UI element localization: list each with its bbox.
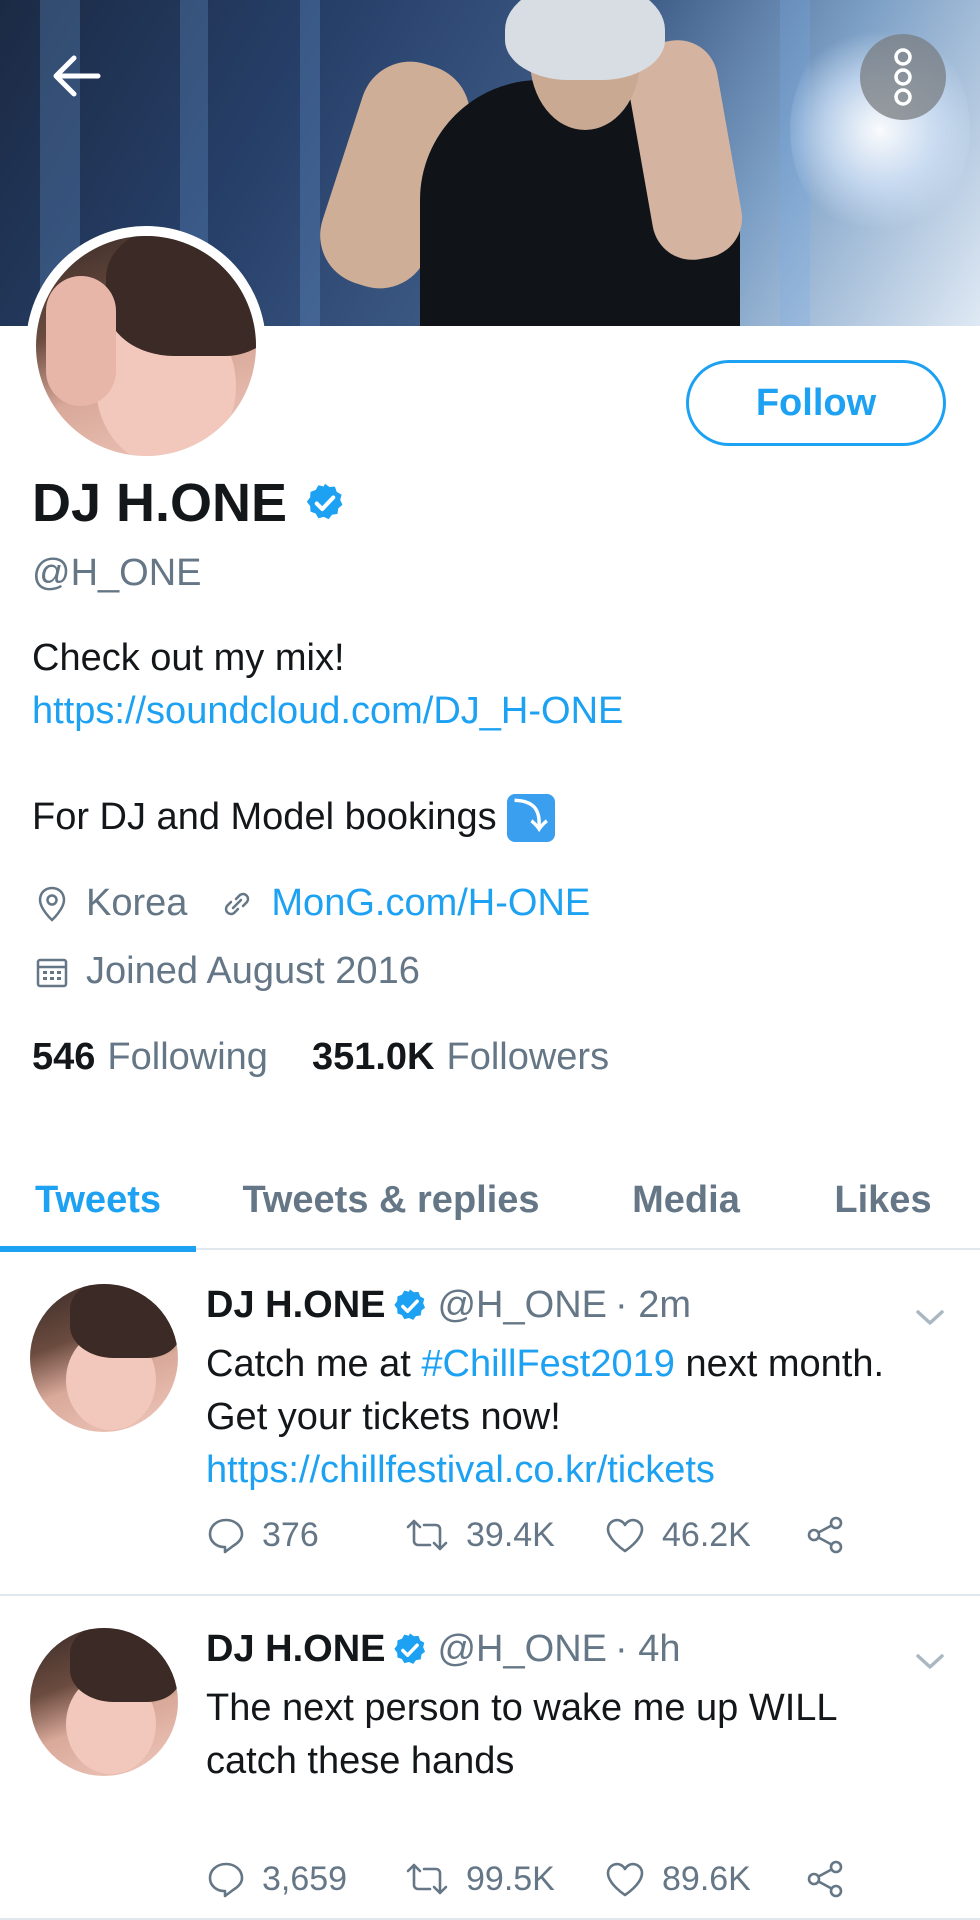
profile-counts: 546 Following 351.0K Followers (32, 1036, 609, 1079)
tweet-text-part: Catch me at (206, 1343, 422, 1385)
tweet[interactable]: DJ H.ONE @H_ONE · 4h The next person to … (0, 1596, 980, 1920)
retweet-count: 39.4K (466, 1515, 555, 1554)
bio-line: For DJ and Model bookings (32, 796, 497, 838)
retweet-button[interactable]: 39.4K (404, 1515, 604, 1555)
chevron-down-icon[interactable] (910, 1302, 950, 1332)
like-count: 89.6K (662, 1859, 751, 1898)
profile-joined: Joined August 2016 (86, 950, 420, 992)
tweet-author-name: DJ H.ONE (206, 1284, 386, 1326)
arrow-down-emoji: ⤵ (506, 793, 555, 842)
back-button[interactable] (40, 48, 112, 104)
retweet-button[interactable]: 99.5K (404, 1859, 604, 1899)
profile-website[interactable]: MonG.com/H-ONE (271, 882, 590, 925)
reply-button[interactable]: 3,659 (206, 1859, 404, 1899)
more-vertical-icon (894, 48, 912, 106)
tweet-actions: 3,659 99.5K 89.6K (206, 1858, 862, 1900)
bio-link[interactable]: https://soundcloud.com/DJ_H-ONE (32, 685, 952, 738)
chevron-down-icon[interactable] (910, 1646, 950, 1676)
tweet-time: · 2m (614, 1284, 691, 1326)
profile-location: Korea (86, 882, 188, 924)
tab-media[interactable]: Media (586, 1150, 786, 1250)
profile-tabs: Tweets Tweets & replies Media Likes (0, 1150, 980, 1252)
profile-name: DJ H.ONE (32, 472, 347, 534)
profile-meta-row: Korea MonG.com/H-ONE (32, 882, 590, 925)
heart-icon (606, 1518, 644, 1553)
verified-badge-icon (394, 1288, 426, 1320)
bio-line: Check out my mix! (32, 637, 345, 679)
calendar-icon (32, 952, 72, 992)
profile-joined-row: Joined August 2016 (32, 950, 420, 993)
tweet-header: DJ H.ONE @H_ONE · 2m (206, 1284, 691, 1327)
verified-badge-icon (394, 1632, 426, 1664)
tab-tweets[interactable]: Tweets (0, 1150, 196, 1252)
tab-tweets-replies[interactable]: Tweets & replies (196, 1150, 586, 1250)
reply-count: 3,659 (262, 1859, 348, 1898)
followers-label: Followers (446, 1036, 610, 1078)
following-label: Following (107, 1036, 268, 1078)
display-name: DJ H.ONE (32, 473, 288, 533)
tweet[interactable]: DJ H.ONE @H_ONE · 2m Catch me at #ChillF… (0, 1252, 980, 1596)
reply-button[interactable]: 376 (206, 1515, 404, 1555)
retweet-icon (406, 1863, 448, 1895)
share-icon (807, 1860, 843, 1898)
heart-icon (606, 1862, 644, 1897)
share-button[interactable] (804, 1514, 862, 1556)
tweet-link[interactable]: https://chillfestival.co.kr/tickets (206, 1449, 715, 1491)
hashtag-link[interactable]: #ChillFest2019 (421, 1343, 674, 1385)
location-pin-icon (32, 884, 72, 924)
reply-count: 376 (262, 1515, 319, 1554)
tab-likes[interactable]: Likes (786, 1150, 980, 1250)
following-count: 546 (32, 1036, 96, 1078)
profile-avatar[interactable] (26, 226, 266, 466)
followers-count: 351.0K (311, 1036, 435, 1078)
tweet-header: DJ H.ONE @H_ONE · 4h (206, 1628, 680, 1671)
verified-badge-icon (306, 483, 343, 520)
tweet-actions: 376 39.4K 46.2K (206, 1514, 862, 1556)
reply-icon (208, 1862, 244, 1898)
retweet-icon (406, 1519, 448, 1551)
tweet-avatar[interactable] (30, 1628, 178, 1776)
tweet-author-name: DJ H.ONE (206, 1628, 386, 1670)
tweet-author-handle: @H_ONE (437, 1284, 607, 1326)
share-button[interactable] (804, 1858, 862, 1900)
like-button[interactable]: 89.6K (604, 1859, 804, 1899)
like-count: 46.2K (662, 1515, 751, 1554)
profile-bio: Check out my mix! https://soundcloud.com… (32, 632, 952, 844)
tweet-text: Catch me at #ChillFest2019 next month. G… (206, 1338, 926, 1497)
follow-button[interactable]: Follow (686, 360, 946, 446)
more-options-button[interactable] (860, 34, 946, 120)
share-icon (807, 1516, 843, 1554)
profile-handle: @H_ONE (32, 552, 202, 594)
reply-icon (208, 1518, 244, 1554)
tweet-author-handle: @H_ONE (437, 1628, 607, 1670)
like-button[interactable]: 46.2K (604, 1515, 804, 1555)
arrow-left-icon (53, 55, 101, 97)
link-icon (217, 884, 257, 924)
tweet-time: · 4h (614, 1628, 681, 1670)
tweet-text: The next person to wake me up WILL catch… (206, 1687, 837, 1782)
followers-link[interactable]: 351.0K Followers (312, 1036, 609, 1079)
following-link[interactable]: 546 Following (32, 1036, 268, 1079)
tweet-avatar[interactable] (30, 1284, 178, 1432)
retweet-count: 99.5K (466, 1859, 555, 1898)
